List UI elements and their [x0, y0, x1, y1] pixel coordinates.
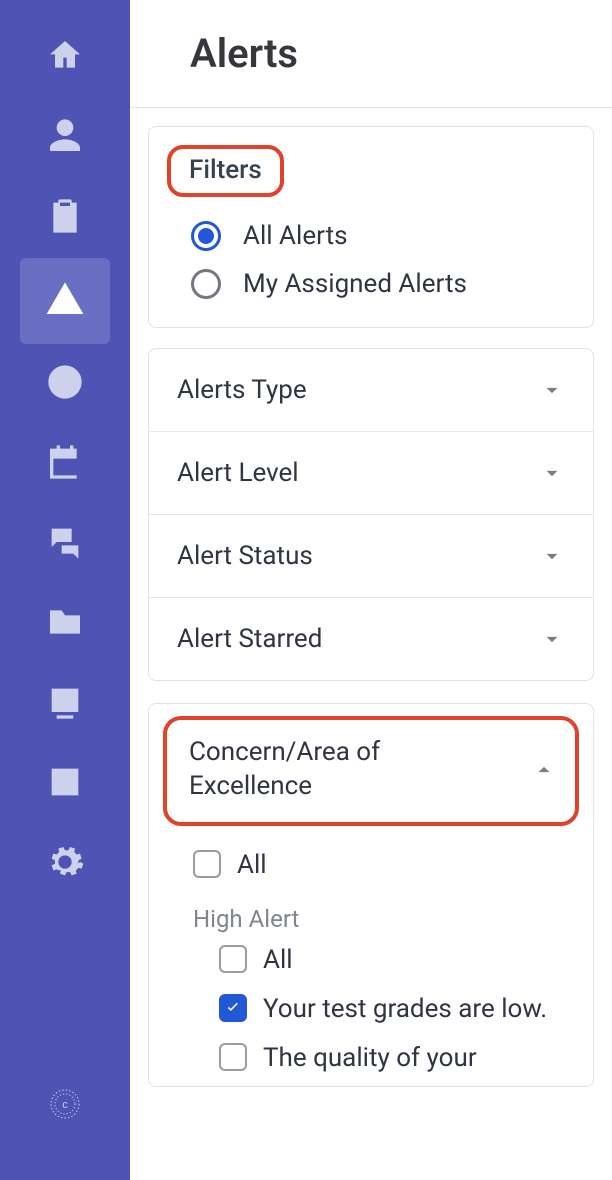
- svg-text:c: c: [62, 1099, 68, 1111]
- nav-alerts[interactable]: [20, 258, 110, 344]
- nav-calendar[interactable]: [20, 424, 110, 504]
- check-label: The quality of your: [263, 1041, 477, 1076]
- chevron-down-icon: [539, 543, 565, 569]
- bolt-icon: [45, 362, 85, 406]
- accordion-alert-starred[interactable]: Alert Starred: [149, 597, 593, 680]
- accordion-alert-level[interactable]: Alert Level: [149, 431, 593, 514]
- filters-heading: Filters: [189, 155, 262, 185]
- chat-icon: [45, 522, 85, 566]
- nav-people[interactable]: [20, 98, 110, 178]
- group-heading-high-alert: High Alert: [149, 905, 593, 933]
- chevron-down-icon: [539, 377, 565, 403]
- page-title: Alerts: [130, 0, 612, 108]
- nav-folder[interactable]: [20, 584, 110, 664]
- checkbox-icon: [193, 850, 221, 878]
- nav-chat[interactable]: [20, 504, 110, 584]
- concern-heading: Concern/Area of Excellence: [189, 736, 489, 804]
- clipboard-icon: [45, 196, 85, 240]
- accordion-alerts-type[interactable]: Alerts Type: [149, 349, 593, 431]
- chart-icon: [45, 762, 85, 806]
- nav-settings[interactable]: [20, 824, 110, 904]
- radio-all-alerts[interactable]: All Alerts: [191, 221, 569, 251]
- radio-label: My Assigned Alerts: [243, 269, 467, 299]
- check-high-all[interactable]: All: [219, 943, 593, 978]
- check-label: All: [237, 848, 267, 883]
- accordion-label: Alert Level: [177, 458, 299, 488]
- check-label: All: [263, 943, 293, 978]
- accordion-label: Alert Starred: [177, 624, 322, 654]
- chevron-down-icon: [539, 460, 565, 486]
- concern-top-checks: All: [149, 834, 593, 883]
- checkbox-icon: [219, 1043, 247, 1071]
- chevron-up-icon: [531, 757, 557, 783]
- folder-icon: [45, 602, 85, 646]
- gear-icon: [45, 842, 85, 886]
- alert-icon: [45, 279, 85, 323]
- content: Filters All Alerts My Assigned Alerts Al…: [130, 108, 612, 1087]
- home-icon: [45, 36, 85, 80]
- chevron-down-icon: [539, 626, 565, 652]
- checkbox-checked-icon: [219, 994, 247, 1022]
- sidebar: c: [0, 0, 130, 1180]
- check-test-grades-low[interactable]: Your test grades are low.: [219, 992, 593, 1027]
- check-all-top[interactable]: All: [193, 848, 569, 883]
- accordion-label: Alert Status: [177, 541, 313, 571]
- nav-clipboard[interactable]: [20, 178, 110, 258]
- calendar-icon: [45, 442, 85, 486]
- filters-heading-highlight: Filters: [167, 145, 284, 197]
- radio-my-assigned-alerts[interactable]: My Assigned Alerts: [191, 269, 569, 299]
- nav-analytics[interactable]: [20, 744, 110, 824]
- checkbox-icon: [219, 945, 247, 973]
- filters-card: Filters All Alerts My Assigned Alerts: [148, 126, 594, 328]
- radio-label: All Alerts: [243, 221, 348, 251]
- high-alert-checks: All Your test grades are low. The qualit…: [149, 943, 593, 1076]
- radio-icon: [191, 221, 221, 251]
- accordion-alert-status[interactable]: Alert Status: [149, 514, 593, 597]
- filter-accordion: Alerts Type Alert Level Alert Status Ale…: [148, 348, 594, 681]
- nav-bolt[interactable]: [20, 344, 110, 424]
- check-label: Your test grades are low.: [263, 992, 547, 1027]
- people-icon: [45, 116, 85, 160]
- concern-header[interactable]: Concern/Area of Excellence: [163, 716, 579, 826]
- accordion-label: Alerts Type: [177, 375, 307, 405]
- radio-icon: [191, 269, 221, 299]
- contact-icon: [45, 682, 85, 726]
- concern-card: Concern/Area of Excellence All High Aler…: [148, 703, 594, 1087]
- filters-radio-group: All Alerts My Assigned Alerts: [173, 221, 569, 299]
- main: Alerts Filters All Alerts My Assigned Al…: [130, 0, 612, 1180]
- nav-contact[interactable]: [20, 664, 110, 744]
- check-quality-of-your[interactable]: The quality of your: [219, 1041, 593, 1076]
- nav-home[interactable]: [20, 18, 110, 98]
- brand-badge: c: [45, 1084, 85, 1124]
